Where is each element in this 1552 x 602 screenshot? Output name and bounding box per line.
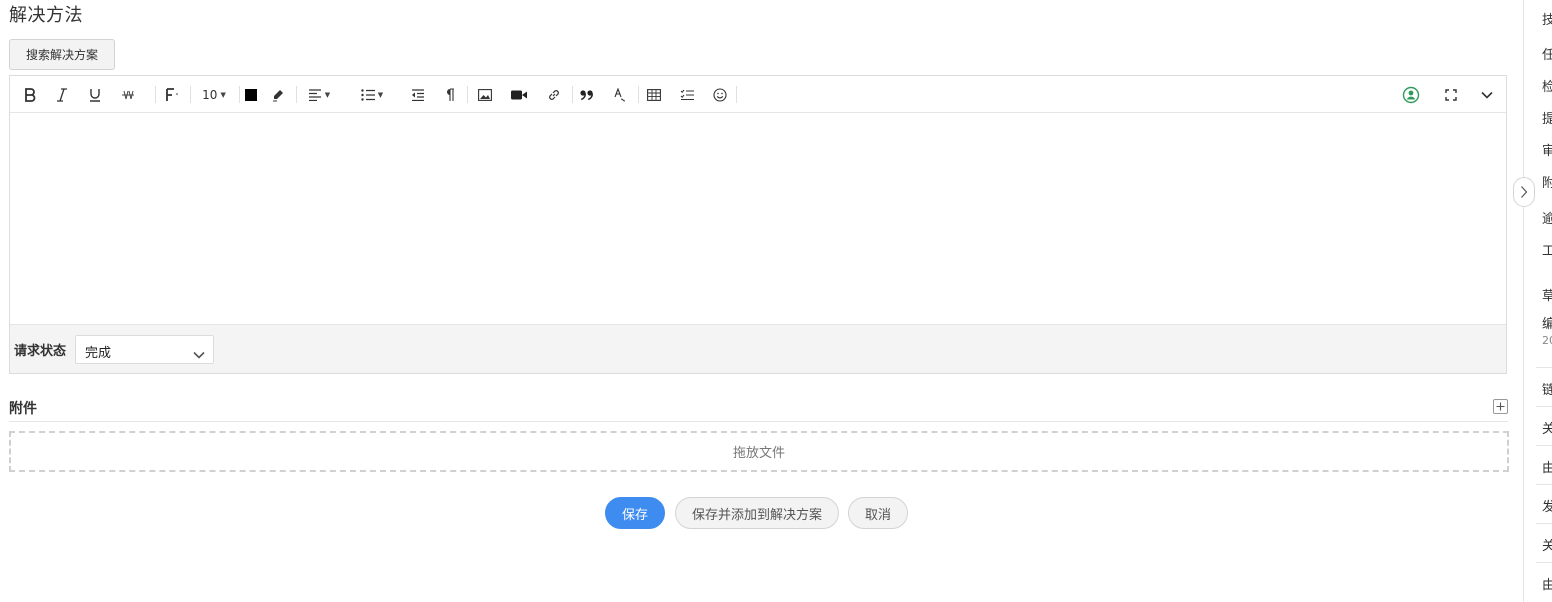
- list-icon[interactable]: ▼: [354, 85, 390, 105]
- toolbar-separator: [467, 86, 468, 103]
- request-status-value: 完成: [85, 346, 112, 361]
- right-panel-item[interactable]: 附: [1542, 172, 1552, 191]
- fullscreen-icon[interactable]: [1441, 85, 1461, 105]
- font-size-value: 10: [202, 88, 218, 102]
- plus-icon: [1496, 402, 1505, 411]
- chevron-right-icon: [1521, 186, 1528, 198]
- toolbar-separator: [638, 86, 639, 103]
- right-panel-divider: [1536, 445, 1552, 446]
- request-status-label: 请求状态: [14, 344, 67, 359]
- attachments-divider: [9, 421, 1508, 422]
- bold-icon[interactable]: [20, 85, 40, 105]
- toolbar-separator: [296, 86, 297, 103]
- align-icon[interactable]: ▼: [303, 85, 335, 105]
- toolbar-separator: [155, 86, 156, 103]
- right-panel-item[interactable]: 链: [1542, 379, 1552, 398]
- right-panel-item: 编: [1542, 313, 1552, 332]
- right-panel-item: 草: [1542, 285, 1552, 304]
- right-panel-item[interactable]: 关: [1542, 418, 1552, 437]
- underline-icon[interactable]: [85, 85, 105, 105]
- editor-content-area[interactable]: [10, 113, 1506, 324]
- right-panel-item[interactable]: 逾: [1542, 208, 1552, 227]
- right-panel-divider: [1536, 523, 1552, 524]
- right-panel-item[interactable]: 工: [1542, 240, 1552, 259]
- toolbar-separator: [190, 86, 191, 103]
- right-panel-item[interactable]: 技: [1542, 9, 1552, 28]
- more-chevron-icon[interactable]: [1477, 85, 1497, 105]
- dropzone-text: 拖放文件: [732, 446, 785, 461]
- italic-icon[interactable]: [52, 85, 72, 105]
- quote-icon[interactable]: [576, 85, 598, 105]
- right-panel-divider: [1536, 406, 1552, 407]
- toolbar-separator: [239, 86, 240, 103]
- caret-down-icon: ▼: [377, 91, 384, 99]
- right-panel-item[interactable]: 审: [1542, 140, 1552, 159]
- right-panel-divider: [1536, 562, 1552, 563]
- toolbar-separator: [736, 86, 737, 103]
- right-panel-item[interactable]: 检: [1542, 76, 1552, 95]
- right-panel-item[interactable]: 由: [1542, 574, 1552, 593]
- strikethrough-icon[interactable]: [118, 85, 138, 105]
- caret-down-icon: ▼: [220, 91, 226, 99]
- paragraph-icon[interactable]: [440, 85, 460, 105]
- request-status-row: 请求状态 完成: [10, 324, 1506, 373]
- right-panel-item[interactable]: 关: [1542, 535, 1552, 554]
- font-family-icon[interactable]: [158, 85, 186, 105]
- table-icon[interactable]: [643, 85, 665, 105]
- collab-icon[interactable]: [1400, 85, 1422, 105]
- link-icon[interactable]: [543, 85, 565, 105]
- right-panel-divider: [1536, 484, 1552, 485]
- highlight-icon[interactable]: [268, 85, 288, 105]
- save-button[interactable]: 保存: [605, 497, 665, 529]
- page-title: 解决方法: [9, 5, 83, 26]
- font-color-icon[interactable]: [241, 85, 261, 105]
- request-status-select[interactable]: 完成: [75, 335, 214, 364]
- toolbar-separator: [572, 86, 573, 103]
- panel-toggle-button[interactable]: [1513, 177, 1535, 207]
- right-panel-item[interactable]: 任: [1542, 44, 1552, 63]
- video-icon[interactable]: [508, 85, 530, 105]
- search-solutions-button[interactable]: 搜索解决方案: [9, 39, 115, 70]
- right-panel-item[interactable]: 发: [1542, 496, 1552, 515]
- save-and-add-to-solutions-button[interactable]: 保存并添加到解决方案: [675, 497, 839, 529]
- caret-down-icon: ▼: [324, 91, 331, 99]
- right-panel-item[interactable]: 提: [1542, 108, 1552, 127]
- font-size-select[interactable]: 10 ▼: [197, 85, 231, 105]
- emoji-icon[interactable]: [709, 85, 731, 105]
- chevron-down-icon: [193, 344, 205, 363]
- attachments-label: 附件: [9, 401, 37, 417]
- format-painter-icon[interactable]: [609, 85, 631, 105]
- right-panel-item[interactable]: 由: [1542, 457, 1552, 476]
- image-icon[interactable]: [474, 85, 496, 105]
- file-dropzone[interactable]: 拖放文件: [9, 431, 1509, 472]
- rich-text-editor: 10 ▼ ▼ ▼ 请求状态 完成: [9, 75, 1507, 374]
- cancel-button[interactable]: 取消: [848, 497, 908, 529]
- add-attachment-button[interactable]: [1493, 399, 1508, 414]
- editor-toolbar: 10 ▼ ▼ ▼: [10, 76, 1506, 113]
- right-panel-date: 20: [1542, 334, 1552, 347]
- right-panel-divider: [1536, 367, 1552, 368]
- outdent-icon[interactable]: [407, 85, 429, 105]
- right-side-panel: 技 任 检 提 审 附 逾 工 草 编 20 链 关 由 发 关 由: [1523, 0, 1552, 602]
- checklist-icon[interactable]: [676, 85, 698, 105]
